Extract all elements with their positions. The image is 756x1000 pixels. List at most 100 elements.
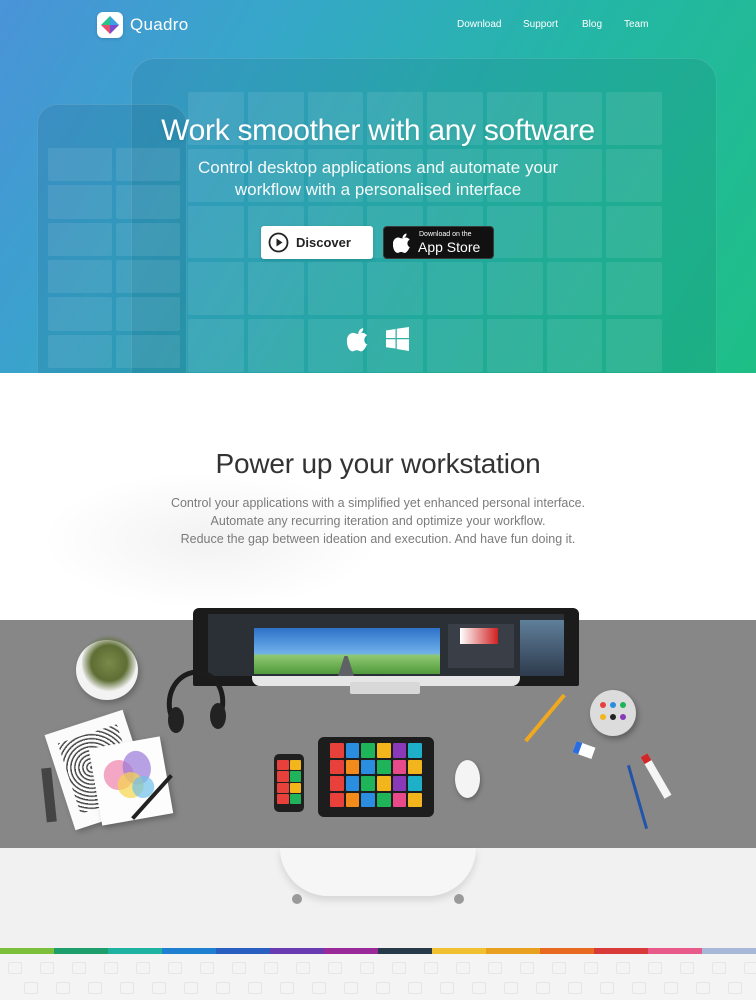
app-store-button[interactable]: Download on the App Store <box>383 226 494 259</box>
app-tile <box>408 743 422 758</box>
pattern-icon <box>24 982 38 994</box>
app-tile <box>392 776 407 791</box>
monitor-stand <box>350 682 420 694</box>
pattern-icon <box>216 982 230 994</box>
pattern-icon <box>120 982 134 994</box>
pattern-icon <box>184 982 198 994</box>
pattern-icon <box>472 982 486 994</box>
pen-tip <box>610 702 616 708</box>
app-store-small-label: Download on the <box>419 231 472 238</box>
pen-tip <box>620 702 626 708</box>
pattern-icon <box>328 962 342 974</box>
pattern-icon <box>488 962 502 974</box>
pattern-icon <box>88 982 102 994</box>
pattern-icon <box>504 982 518 994</box>
hero-subtitle-line-2: workflow with a personalised interface <box>234 180 522 199</box>
pattern-icon <box>696 982 710 994</box>
pattern-icon <box>664 982 678 994</box>
app-tile <box>408 759 422 774</box>
app-tile <box>408 776 422 791</box>
section-text-line-1: Control your applications with a simplif… <box>170 496 586 510</box>
app-tile <box>345 743 360 758</box>
app-store-big-label: App Store <box>418 239 481 255</box>
nav-link-download[interactable]: Download <box>457 19 501 30</box>
pattern-icon <box>152 982 166 994</box>
pattern-icon <box>168 962 182 974</box>
hero-subtitle-line-1: Control desktop applications and automat… <box>197 158 559 177</box>
app-tile <box>277 760 289 771</box>
pattern-icon <box>8 962 22 974</box>
tablet <box>318 737 434 817</box>
pattern-icon <box>552 962 566 974</box>
app-tile <box>377 792 391 807</box>
pen-cup <box>590 690 636 736</box>
pattern-icon <box>104 962 118 974</box>
section-text-line-2: Automate any recurring iteration and opt… <box>210 514 546 528</box>
app-tile <box>361 759 375 774</box>
pattern-icon <box>728 982 742 994</box>
play-icon <box>268 232 289 253</box>
hero-section: Quadro Download Support Blog Team Work s… <box>0 0 756 373</box>
app-tile <box>377 743 391 758</box>
app-tile <box>330 743 344 758</box>
smartphone <box>274 754 304 812</box>
app-tile <box>361 776 375 791</box>
apple-icon <box>393 233 411 253</box>
pattern-icon <box>648 962 662 974</box>
pattern-icon <box>40 962 54 974</box>
pattern-icon <box>584 962 598 974</box>
app-tile <box>289 782 301 793</box>
app-tile <box>277 782 289 793</box>
pattern-icon <box>744 962 756 974</box>
app-tile <box>377 759 391 774</box>
chair-wheel <box>292 894 302 904</box>
plant-icon <box>82 634 136 692</box>
pen-tip <box>600 714 606 720</box>
app-tile <box>392 759 407 774</box>
windows-icon[interactable] <box>386 327 409 351</box>
pen-tip <box>610 714 616 720</box>
pattern-icon <box>392 962 406 974</box>
pattern-icon <box>376 982 390 994</box>
pattern-icon <box>632 982 646 994</box>
pattern-icon <box>136 962 150 974</box>
watercolor-paper <box>88 736 174 826</box>
quadro-logo-icon[interactable] <box>97 12 123 38</box>
office-chair <box>280 848 476 896</box>
nav-link-team[interactable]: Team <box>624 19 648 30</box>
apple-icon[interactable] <box>347 326 371 353</box>
computer-mouse <box>455 760 480 798</box>
pattern-icon <box>344 982 358 994</box>
pattern-icon <box>264 962 278 974</box>
app-tile <box>289 771 301 782</box>
app-tile <box>408 792 422 807</box>
pattern-icon <box>296 962 310 974</box>
discover-button-label: Discover <box>296 235 351 250</box>
pattern-icon <box>360 962 374 974</box>
pattern-icon <box>232 962 246 974</box>
pattern-icon <box>424 962 438 974</box>
section-text-line-3: Reduce the gap between ideation and exec… <box>180 532 576 546</box>
discover-button[interactable]: Discover <box>261 226 373 259</box>
monitor-screen <box>208 614 564 676</box>
app-tile <box>289 760 301 771</box>
app-tile <box>330 776 344 791</box>
brand-name[interactable]: Quadro <box>130 15 189 35</box>
section-title: Power up your workstation <box>215 448 541 479</box>
pattern-icon <box>536 982 550 994</box>
pattern-icon <box>280 982 294 994</box>
nav-link-blog[interactable]: Blog <box>582 19 602 30</box>
app-tile <box>277 771 289 782</box>
hero-title: Work smoother with any software <box>161 114 595 147</box>
pattern-icon <box>312 982 326 994</box>
app-tile <box>345 792 360 807</box>
pattern-icon <box>72 962 86 974</box>
nav-link-support[interactable]: Support <box>523 19 558 30</box>
app-tile <box>330 759 344 774</box>
app-tile <box>330 792 344 807</box>
app-tile <box>361 743 375 758</box>
app-tile <box>277 793 289 804</box>
app-tile <box>392 792 407 807</box>
app-tile <box>289 793 301 804</box>
app-tile <box>345 759 360 774</box>
